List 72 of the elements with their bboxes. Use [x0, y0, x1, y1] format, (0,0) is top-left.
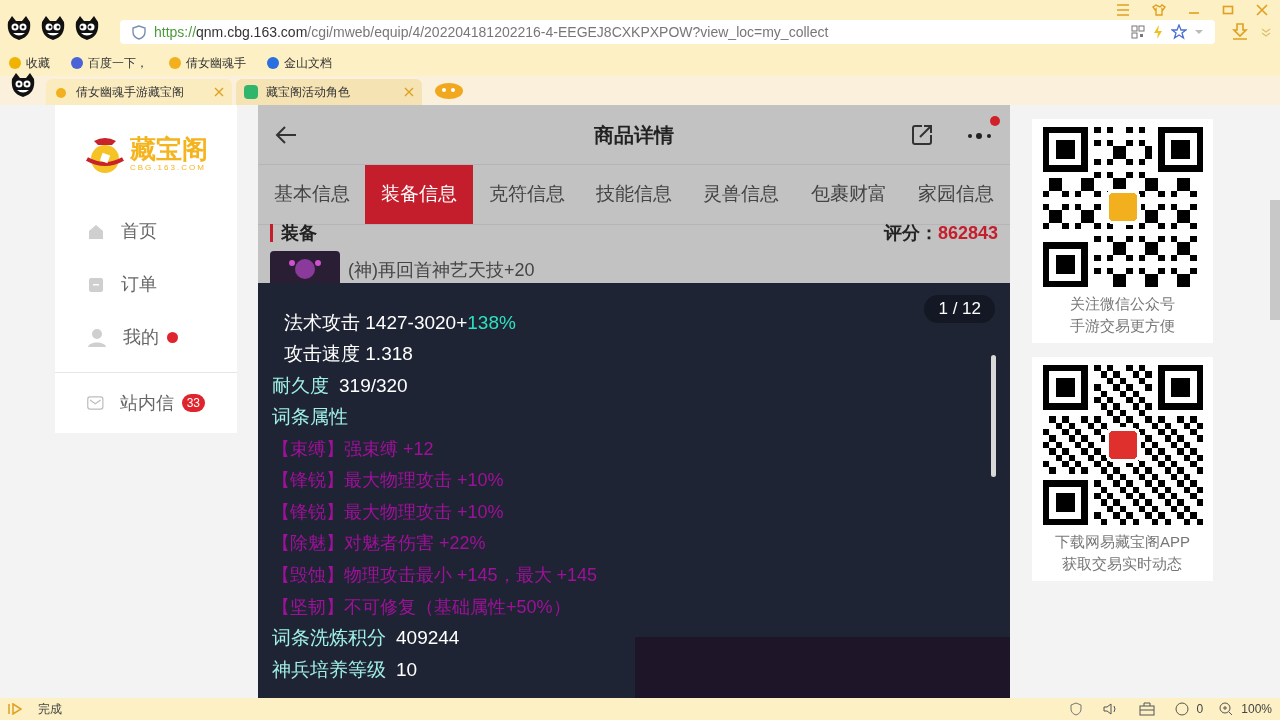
detail-tab[interactable]: 基本信息 [258, 165, 366, 224]
browser-tab[interactable]: 藏宝阁活动角色 [236, 79, 422, 105]
score-text: 评分：862843 [883, 221, 998, 245]
sheet-icon [244, 85, 258, 99]
detail-tab[interactable]: 家园信息 [902, 165, 1010, 224]
close-icon[interactable] [1256, 4, 1268, 16]
sidebar-item[interactable]: 订单 [55, 258, 237, 311]
shirt-icon[interactable] [1152, 4, 1166, 16]
detail-tab[interactable]: 装备信息 [365, 165, 473, 224]
detail-tab[interactable]: 克符信息 [472, 165, 581, 224]
stat-line: 法术攻击 1427-3020+138% [283, 310, 516, 335]
shield-icon [132, 24, 146, 40]
affix-line: 【锋锐】最大物理攻击 +10% [272, 500, 504, 524]
section-heading: 词条属性 [272, 405, 348, 430]
menu-icon[interactable] [1116, 4, 1130, 16]
bookmark-link[interactable]: 百度一下， [88, 54, 148, 72]
field-line: 词条洗炼积分 409244 [272, 626, 460, 651]
status-text: 完成 [38, 701, 62, 718]
maximize-icon[interactable] [1222, 4, 1234, 16]
download-count: 0 [1196, 701, 1204, 718]
page-title: 商品详情 [594, 122, 674, 148]
detail-tab[interactable]: 包裹财富 [795, 165, 903, 224]
qr-caption: 获取交易实时动态 [1061, 554, 1184, 574]
field-line: 耐久度 319/320 [272, 373, 408, 398]
close-icon[interactable] [214, 87, 224, 97]
zoom-icon[interactable] [1219, 702, 1234, 716]
stat-line: 攻击速度 1.318 [283, 342, 413, 367]
close-icon[interactable] [404, 87, 414, 97]
page-scrollbar[interactable] [1270, 200, 1280, 320]
bookmark-link[interactable]: 倩女幽魂手 [186, 54, 246, 72]
back-arrow-icon[interactable] [274, 124, 298, 145]
zoom-level[interactable]: 100% [1241, 700, 1272, 718]
item-name: (神)再回首神艺天技+20 [348, 258, 535, 282]
logo-subtext: CBG.163.COM [130, 162, 206, 174]
treasure-bag-icon [84, 135, 126, 175]
qr-caption: 下载网易藏宝阁APP [1055, 532, 1190, 552]
affix-line: 【束缚】强束缚 +12 [272, 437, 434, 461]
detail-tab[interactable]: 技能信息 [580, 165, 688, 224]
qr-caption: 关注微信公众号 [1070, 294, 1175, 314]
user-icon [87, 327, 107, 348]
home-icon [87, 222, 105, 241]
download-icon[interactable] [1231, 23, 1249, 41]
qr-code-icon[interactable] [1131, 25, 1145, 39]
detail-tab[interactable]: 灵兽信息 [687, 165, 796, 224]
toolbox-icon[interactable] [1138, 702, 1155, 716]
section-title: 装备 [270, 224, 317, 242]
affix-line: 【毁蚀】物理攻击最小 +145，最大 +145 [272, 564, 598, 588]
lightning-icon[interactable] [1153, 25, 1163, 39]
bookmark-link[interactable]: 金山文档 [284, 54, 332, 72]
affix-line: 【锋锐】最大物理攻击 +10% [272, 469, 504, 493]
share-icon[interactable] [910, 122, 934, 147]
address-bar[interactable]: https://qnm.cbg.163.com/cgi/mweb/equip/4/202204181202216-4-EEGEJ8CXKPXPOW?view_loc=my_collect [120, 20, 1215, 44]
url-text: https://qnm.cbg.163.com/cgi/mweb/equip/4/202204181202216-4-EEGEJ8CXKPXPOW?view_loc=my_collect [154, 22, 830, 42]
play-icon[interactable] [8, 703, 22, 715]
sidebar-item[interactable]: 站内信 33 [55, 373, 237, 433]
shield-icon[interactable] [1068, 702, 1083, 716]
mail-icon [87, 394, 104, 412]
count-badge: 33 [181, 394, 205, 412]
logo-text: 藏宝阁 [130, 136, 208, 162]
page-counter: 1 / 12 [924, 295, 995, 323]
affix-line: 【坚韧】不可修复（基础属性+50%） [272, 595, 571, 619]
document-icon [87, 275, 105, 294]
sidebar-item[interactable]: 我的 [55, 311, 237, 364]
chevron-icon[interactable] [1261, 27, 1271, 37]
qr-caption: 手游交易更方便 [1070, 316, 1175, 336]
speaker-icon[interactable] [1102, 702, 1119, 716]
field-line: 神兵培养等级 10 [272, 658, 418, 683]
bookmark-link[interactable]: 收藏 [26, 54, 50, 72]
sidebar-item[interactable]: 首页 [55, 205, 237, 258]
browser-tab[interactable]: 倩女幽魂手游藏宝阁 [46, 79, 232, 105]
caret-icon[interactable] [1195, 29, 1203, 35]
affix-line: 【除魅】对魅者伤害 +22% [272, 532, 486, 556]
